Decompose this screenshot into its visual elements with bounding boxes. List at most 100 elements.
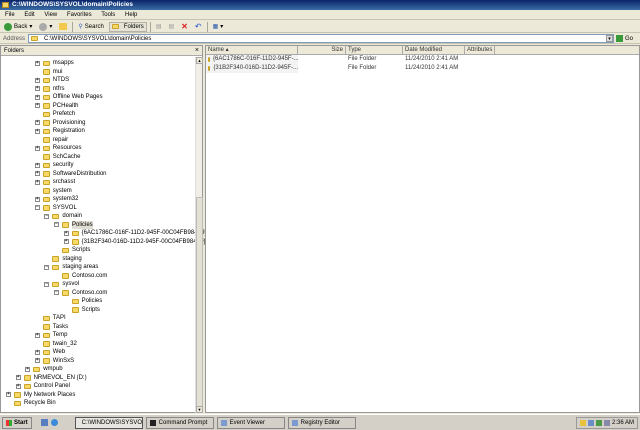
- column-attributes[interactable]: Attributes: [465, 46, 495, 54]
- column-size[interactable]: Size: [298, 46, 346, 54]
- back-button[interactable]: Back ▾: [2, 22, 34, 32]
- tree-item[interactable]: staging: [44, 255, 82, 264]
- expand-collapse-toggle[interactable]: +: [25, 366, 31, 372]
- tree-item[interactable]: + ntfrs: [34, 85, 64, 94]
- taskbar-button[interactable]: Event Viewer: [216, 416, 285, 429]
- go-button[interactable]: Go: [616, 35, 640, 42]
- expand-collapse-toggle[interactable]: +: [34, 86, 40, 92]
- expand-collapse-toggle[interactable]: +: [63, 239, 69, 245]
- folders-button[interactable]: Folders: [108, 21, 147, 32]
- tree-item[interactable]: Tasks: [35, 323, 68, 332]
- search-button[interactable]: ⚲ Search: [76, 22, 105, 32]
- table-row[interactable]: {6AC1786C-016F-11D2-945F-... File Folder 1…: [206, 55, 639, 64]
- tree-item[interactable]: + PCHealth: [34, 102, 78, 111]
- copy-to-button[interactable]: ▤: [166, 22, 176, 32]
- chevron-down-icon[interactable]: ▾: [606, 35, 613, 42]
- internet-explorer-icon[interactable]: [50, 419, 58, 426]
- tree-item[interactable]: − Policies: [54, 220, 93, 229]
- tree-item[interactable]: − sysvol: [44, 280, 79, 289]
- tree-item[interactable]: − SYSVOL: [34, 204, 77, 213]
- tree-item[interactable]: Policies: [64, 297, 102, 306]
- address-input[interactable]: C:\WINDOWS\SYSVOL\domain\Policies ▾: [28, 34, 614, 43]
- expand-collapse-toggle[interactable]: +: [34, 349, 40, 355]
- expand-collapse-toggle[interactable]: −: [54, 222, 59, 228]
- expand-collapse-toggle[interactable]: +: [34, 162, 40, 168]
- tree-item[interactable]: repair: [35, 136, 68, 145]
- taskbar-button[interactable]: C:\WINDOWS\SYSVO...: [74, 416, 143, 429]
- network-icon[interactable]: [596, 420, 602, 426]
- expand-collapse-toggle[interactable]: +: [34, 196, 40, 202]
- expand-collapse-toggle[interactable]: +: [6, 392, 11, 398]
- tree-item[interactable]: − Contoso.com: [54, 289, 107, 298]
- tree-item[interactable]: + system32: [34, 195, 78, 204]
- expand-collapse-toggle[interactable]: +: [34, 358, 40, 364]
- tree-item[interactable]: system: [35, 187, 72, 196]
- expand-collapse-toggle[interactable]: +: [15, 375, 21, 381]
- close-icon[interactable]: ×: [195, 46, 199, 56]
- expand-collapse-toggle[interactable]: +: [34, 120, 40, 126]
- tree-item[interactable]: + SoftwareDistribution: [34, 170, 107, 179]
- tree-item[interactable]: Scripts: [64, 306, 100, 315]
- forward-button[interactable]: ▾: [37, 22, 54, 32]
- expand-collapse-toggle[interactable]: +: [34, 332, 40, 338]
- taskbar-button[interactable]: Registry Editor: [287, 416, 356, 429]
- tree-item[interactable]: Scripts: [54, 246, 90, 255]
- column-date-modified[interactable]: Date Modified: [403, 46, 465, 54]
- tree-item[interactable]: + Temp: [34, 331, 67, 340]
- scrollbar[interactable]: ▲ ▼: [195, 57, 203, 413]
- tree-item[interactable]: + My Network Places: [6, 391, 75, 400]
- expand-collapse-toggle[interactable]: +: [63, 230, 69, 236]
- expand-collapse-toggle[interactable]: +: [34, 128, 40, 134]
- table-row[interactable]: {31B2F340-016D-11D2-945F-... File Folder 1…: [206, 64, 639, 73]
- expand-collapse-toggle[interactable]: +: [34, 94, 40, 100]
- expand-collapse-toggle[interactable]: −: [44, 264, 50, 270]
- tree-item[interactable]: + Web: [34, 348, 65, 357]
- tray-icon[interactable]: [604, 420, 610, 426]
- menu-view[interactable]: View: [44, 12, 57, 18]
- tree-item[interactable]: + security: [34, 161, 73, 170]
- start-button[interactable]: Start: [2, 416, 32, 429]
- scroll-down-button[interactable]: ▼: [196, 406, 203, 413]
- expand-collapse-toggle[interactable]: −: [54, 290, 59, 296]
- menu-favorites[interactable]: Favorites: [67, 12, 92, 18]
- tree-item[interactable]: Prefetch: [35, 110, 75, 119]
- network-icon[interactable]: [588, 420, 594, 426]
- expand-collapse-toggle[interactable]: +: [15, 383, 21, 389]
- tree-item[interactable]: + msapps: [34, 59, 74, 68]
- undo-button[interactable]: ↶: [193, 22, 204, 32]
- move-to-button[interactable]: ▤: [154, 22, 164, 32]
- expand-collapse-toggle[interactable]: +: [34, 60, 40, 66]
- tree-item[interactable]: + NTDS: [34, 76, 69, 85]
- tree-item[interactable]: SchCache: [35, 153, 80, 162]
- scroll-up-button[interactable]: ▲: [196, 57, 203, 64]
- show-desktop-icon[interactable]: [40, 419, 48, 426]
- tree-item[interactable]: twain_32: [35, 340, 77, 349]
- tree-item[interactable]: + {31B2F340-016D-11D2-945F-00C04FB984F9}: [63, 238, 206, 247]
- tree-item[interactable]: + Resources: [34, 144, 81, 153]
- security-shield-icon[interactable]: [580, 420, 586, 426]
- tree-item[interactable]: mui: [35, 68, 62, 77]
- expand-collapse-toggle[interactable]: +: [34, 103, 40, 109]
- tree-item[interactable]: + srchasst: [34, 178, 75, 187]
- expand-collapse-toggle[interactable]: −: [34, 205, 40, 211]
- chevron-down-icon[interactable]: ▾: [29, 23, 32, 30]
- tree-item[interactable]: + Control Panel: [15, 382, 70, 391]
- tree-item[interactable]: + NRMEVOL_EN (D:): [15, 374, 87, 383]
- column-name[interactable]: Name ▴: [206, 46, 298, 54]
- chevron-down-icon[interactable]: ▾: [49, 23, 52, 30]
- expand-collapse-toggle[interactable]: −: [44, 281, 50, 287]
- taskbar-button[interactable]: Command Prompt: [145, 416, 214, 429]
- menu-edit[interactable]: Edit: [24, 12, 34, 18]
- tree-item[interactable]: + wmpub: [25, 365, 63, 374]
- tree-item[interactable]: + Registration: [34, 127, 85, 136]
- expand-collapse-toggle[interactable]: +: [34, 77, 40, 83]
- tree-item[interactable]: − staging areas: [44, 263, 98, 272]
- tree-item[interactable]: TAPI: [35, 314, 66, 323]
- expand-collapse-toggle[interactable]: +: [34, 179, 40, 185]
- menu-help[interactable]: Help: [125, 12, 137, 18]
- scroll-thumb[interactable]: [196, 197, 203, 407]
- expand-collapse-toggle[interactable]: −: [44, 213, 50, 219]
- tree-item[interactable]: Recycle Bin: [6, 399, 56, 408]
- menu-tools[interactable]: Tools: [101, 12, 115, 18]
- tree-item[interactable]: + Provisioning: [34, 119, 85, 128]
